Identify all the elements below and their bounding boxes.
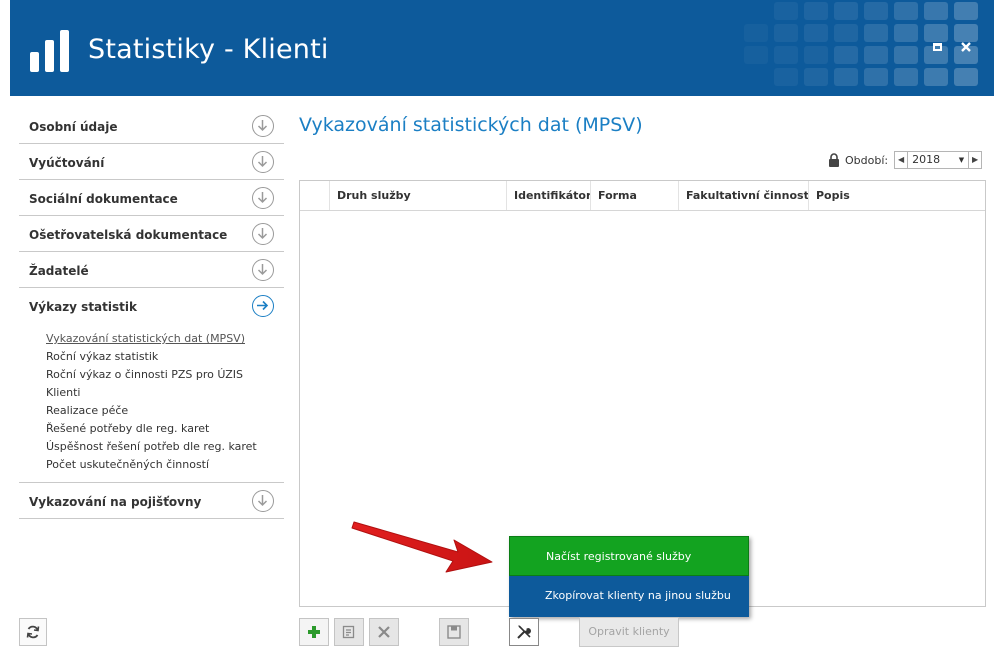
header-tile-pattern: [744, 2, 978, 86]
maximize-icon: [932, 43, 942, 51]
maximize-button[interactable]: [930, 40, 944, 54]
subitem-uspesnost-reseni[interactable]: Úspěšnost řešení potřeb dle reg. karet: [46, 438, 284, 456]
grid-header-selector[interactable]: [300, 181, 330, 210]
arrow-down-circle-icon[interactable]: [252, 259, 274, 281]
fix-clients-button[interactable]: Opravit klienty: [579, 617, 679, 647]
column-header-identifikator[interactable]: Identifikátor: [507, 181, 591, 210]
arrow-down-circle-icon[interactable]: [252, 151, 274, 173]
column-header-forma[interactable]: Forma: [591, 181, 679, 210]
period-value: 2018: [912, 153, 941, 166]
delete-icon: [378, 626, 390, 638]
sidebar-item-label: Osobní údaje: [29, 120, 118, 134]
grid-header: Druh služby Identifikátor Forma Fakultat…: [300, 181, 985, 211]
period-label: Období:: [845, 153, 889, 167]
sidebar-item-label: Vyúčtování: [29, 156, 105, 170]
save-button[interactable]: [439, 618, 469, 646]
column-header-popis[interactable]: Popis: [809, 181, 985, 210]
page-title: Vykazování statistických dat (MPSV): [299, 114, 643, 136]
subitem-klienti[interactable]: Klienti: [46, 384, 284, 402]
period-prev-button[interactable]: ◀: [895, 152, 907, 168]
sidebar-item-vyuctovani[interactable]: Vyúčtování: [19, 144, 284, 180]
column-header-fakultativni-cinnosti[interactable]: Fakultativní činnosti: [679, 181, 809, 210]
window-header: Statistiky - Klienti: [10, 0, 994, 96]
window-title: Statistiky - Klienti: [88, 34, 329, 65]
arrow-down-circle-icon[interactable]: [252, 187, 274, 209]
arrow-down-circle-icon[interactable]: [252, 490, 274, 512]
period-selector: Období: ◀ 2018 ▼ ▶: [828, 150, 983, 170]
period-next-button[interactable]: ▶: [969, 152, 981, 168]
column-header-druh-sluzby[interactable]: Druh služby: [330, 181, 507, 210]
refresh-button[interactable]: [19, 618, 47, 646]
period-select[interactable]: 2018 ▼: [907, 152, 970, 168]
close-icon: [961, 42, 971, 52]
edit-button[interactable]: [334, 618, 364, 646]
sidebar-item-label: Sociální dokumentace: [29, 192, 178, 206]
sidebar-item-label: Žadatelé: [29, 264, 89, 278]
chevron-down-icon: ▼: [958, 156, 965, 164]
bar-chart-icon: [30, 30, 69, 72]
sidebar-subitems: Vykazování statistických dat (MPSV) Ročn…: [19, 324, 284, 483]
sidebar-item-label: Výkazy statistik: [29, 300, 137, 314]
subitem-rocni-vykaz-uzis[interactable]: Roční výkaz o činnosti PZS pro ÚZIS: [46, 366, 284, 384]
sidebar-item-label: Ošetřovatelská dokumentace: [29, 228, 228, 242]
subitem-vykazovani-mpsv[interactable]: Vykazování statistických dat (MPSV): [46, 330, 284, 348]
sidebar-item-osetrovatelska-dokumentace[interactable]: Ošetřovatelská dokumentace: [19, 216, 284, 252]
refresh-icon: [26, 625, 40, 639]
subitem-resene-potreby[interactable]: Řešené potřeby dle reg. karet: [46, 420, 284, 438]
subitem-realizace-pece[interactable]: Realizace péče: [46, 402, 284, 420]
sidebar-item-vykazy-statistik[interactable]: Výkazy statistik: [19, 288, 284, 324]
close-button[interactable]: [959, 40, 973, 54]
sidebar-item-vykazovani-na-pojistovny[interactable]: Vykazování na pojišťovny: [19, 483, 284, 519]
subitem-rocni-vykaz-statistik[interactable]: Roční výkaz statistik: [46, 348, 284, 366]
menu-item-zkopirovat-klienty[interactable]: Zkopírovat klienty na jinou službu: [509, 576, 749, 616]
annotation-arrow-icon: [351, 521, 493, 573]
lock-icon[interactable]: [828, 153, 840, 167]
tools-button[interactable]: [509, 618, 539, 646]
sidebar: Osobní údaje Vyúčtování Sociální dokumen…: [19, 108, 284, 519]
sidebar-item-socialni-dokumentace[interactable]: Sociální dokumentace: [19, 180, 284, 216]
arrow-down-circle-icon[interactable]: [252, 115, 274, 137]
save-icon: [447, 625, 461, 639]
sidebar-item-label: Vykazování na pojišťovny: [29, 495, 202, 509]
plus-icon: [308, 626, 320, 638]
subitem-pocet-cinnosti[interactable]: Počet uskutečněných činností: [46, 456, 284, 474]
menu-item-nacist-sluzby[interactable]: Načíst registrované služby: [509, 536, 749, 576]
edit-document-icon: [342, 625, 355, 639]
sidebar-item-zadatele[interactable]: Žadatelé: [19, 252, 284, 288]
period-spinner: ◀ 2018 ▼ ▶: [894, 151, 983, 169]
sidebar-item-osobni-udaje[interactable]: Osobní údaje: [19, 108, 284, 144]
tools-popup-menu: Načíst registrované služby Zkopírovat kl…: [509, 536, 749, 617]
delete-button[interactable]: [369, 618, 399, 646]
arrow-down-circle-icon[interactable]: [252, 223, 274, 245]
wrench-screwdriver-icon: [517, 625, 531, 639]
add-button[interactable]: [299, 618, 329, 646]
arrow-right-circle-icon[interactable]: [252, 295, 274, 317]
